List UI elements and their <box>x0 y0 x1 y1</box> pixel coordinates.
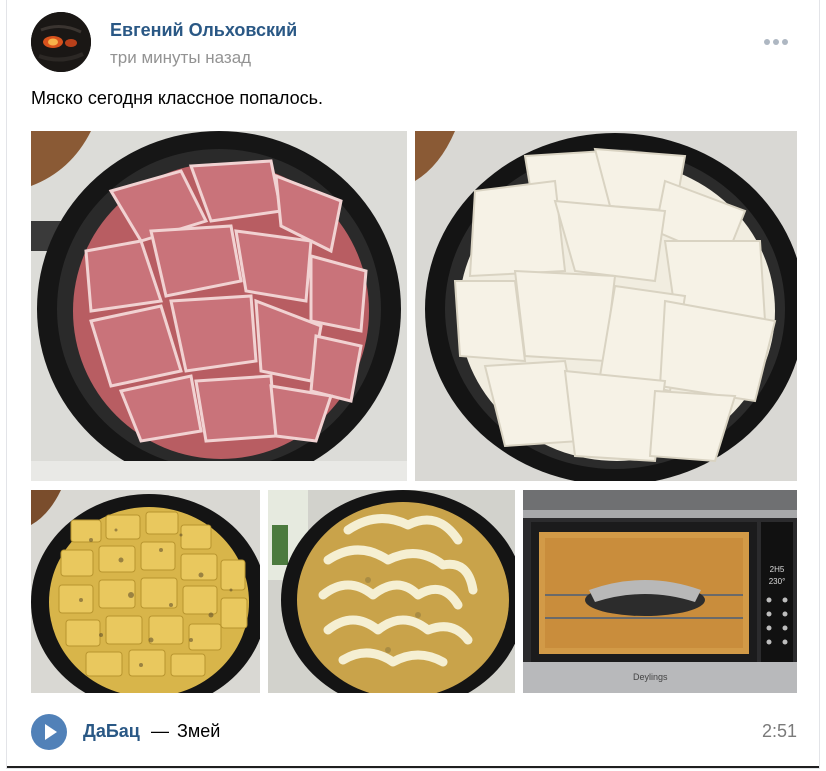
audio-attachment: ДаБац — Змей 2:51 <box>31 712 801 754</box>
author-name[interactable]: Евгений Ольховский <box>110 20 297 41</box>
oven-display-time: 2H5 <box>770 565 785 574</box>
post-card: Евгений Ольховский три минуты назад Мяск… <box>6 0 820 769</box>
photo-potatoes-image <box>31 490 260 693</box>
audio-separator: — <box>151 721 169 741</box>
photo-potatoes[interactable] <box>31 490 260 693</box>
photo-mayonnaise-image <box>268 490 515 693</box>
author-avatar[interactable] <box>31 12 91 72</box>
post-actions-button[interactable] <box>759 30 793 54</box>
post-text: Мяско сегодня классное попалось. <box>31 88 323 108</box>
play-button[interactable] <box>31 714 67 750</box>
audio-title: Змей <box>177 721 221 741</box>
audio-duration: 2:51 <box>761 721 797 741</box>
photo-raw-pork[interactable] <box>31 131 407 481</box>
photo-cheese-slices-image <box>415 131 797 481</box>
photo-oven-image: 2H5 230° Deylings <box>523 490 797 693</box>
more-horizontal-icon <box>764 39 788 45</box>
post-time[interactable]: три минуты назад <box>110 48 251 68</box>
oven-brand: Deylings <box>633 672 668 682</box>
photo-raw-pork-image <box>31 131 407 481</box>
photo-oven[interactable]: 2H5 230° Deylings <box>523 490 797 693</box>
avatar-image <box>31 12 91 72</box>
photo-cheese-slices[interactable] <box>415 131 797 481</box>
photo-mayonnaise[interactable] <box>268 490 515 693</box>
play-icon <box>45 724 57 740</box>
post-bottom-border <box>7 766 819 768</box>
oven-display-temp: 230° <box>769 577 786 586</box>
audio-artist[interactable]: ДаБац <box>83 721 140 742</box>
